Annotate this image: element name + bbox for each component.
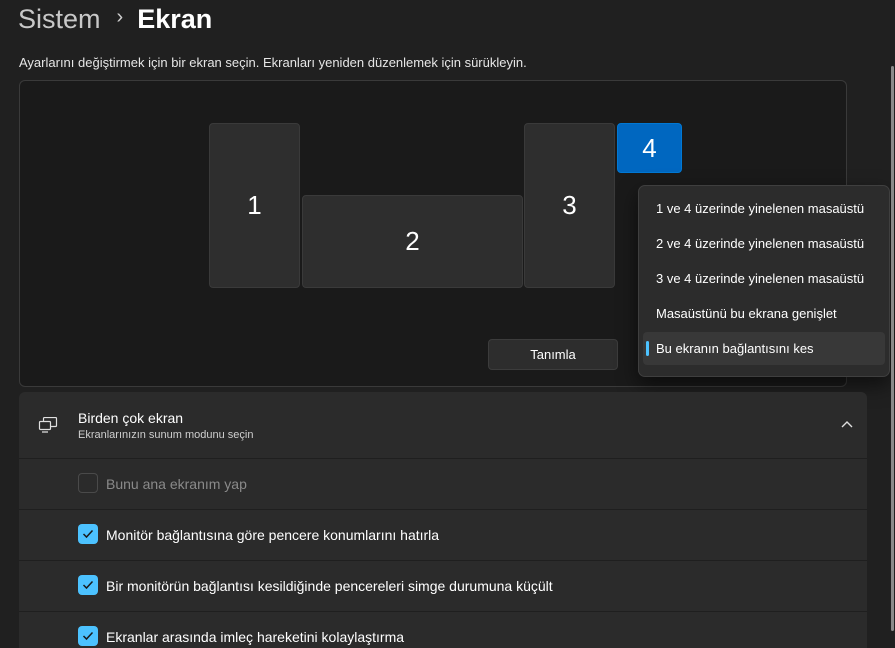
breadcrumb-parent-sistem[interactable]: Sistem: [18, 4, 101, 35]
multiple-displays-panel: Birden çok ekran Ekranlarınızın sunum mo…: [19, 392, 867, 648]
option-label-main-display: Bunu ana ekranım yap: [106, 476, 247, 492]
checkbox-remember-window-locations[interactable]: [78, 524, 98, 544]
page-title: Ekran: [137, 3, 213, 34]
chevron-up-icon[interactable]: [841, 420, 853, 428]
dropdown-item-extend-desktop[interactable]: Masaüstünü bu ekrana genişlet: [643, 297, 885, 330]
display-mode-dropdown: 1 ve 4 üzerinde yinelenen masaüstü 2 ve …: [638, 185, 890, 377]
multi-monitor-icon: [38, 417, 58, 433]
monitor-3-label: 3: [562, 190, 577, 220]
option-label-remember-window-locations: Monitör bağlantısına göre pencere konuml…: [106, 527, 440, 543]
monitor-4-label: 4: [642, 132, 657, 163]
dropdown-item-disconnect-display[interactable]: Bu ekranın bağlantısını kes: [643, 332, 885, 365]
monitor-3[interactable]: 3: [524, 123, 615, 288]
checkbox-ease-cursor-movement[interactable]: [78, 626, 98, 646]
dropdown-item-duplicate-3-4[interactable]: 3 ve 4 üzerinde yinelenen masaüstü: [643, 262, 885, 295]
breadcrumb-chevron-icon: ›: [116, 5, 124, 28]
identify-button[interactable]: Tanımla: [488, 339, 618, 370]
option-label-ease-cursor-movement: Ekranlar arasında imleç hareketini kolay…: [106, 629, 405, 645]
checkmark-icon: [82, 529, 94, 539]
monitor-2-label: 2: [405, 226, 420, 256]
multiple-displays-title: Birden çok ekran: [78, 410, 184, 426]
breadcrumb: Sistem › Ekran: [18, 2, 212, 36]
option-label-minimize-on-disconnect: Bir monitörün bağlantısı kesildiğinde pe…: [106, 578, 553, 594]
multiple-displays-header[interactable]: Birden çok ekran Ekranlarınızın sunum mo…: [19, 392, 867, 459]
monitor-1[interactable]: 1: [209, 123, 300, 288]
checkmark-icon: [82, 580, 94, 590]
checkbox-minimize-on-disconnect[interactable]: [78, 575, 98, 595]
dropdown-item-duplicate-2-4[interactable]: 2 ve 4 üzerinde yinelenen masaüstü: [643, 227, 885, 260]
page-scrollbar[interactable]: [891, 62, 895, 632]
checkbox-main-display: [78, 473, 98, 493]
multiple-displays-subtitle: Ekranlarınızın sunum modunu seçin: [78, 429, 254, 441]
monitor-2[interactable]: 2: [302, 195, 523, 288]
option-row-ease-cursor-movement: Ekranlar arasında imleç hareketini kolay…: [19, 612, 867, 648]
option-row-minimize-on-disconnect: Bir monitörün bağlantısı kesildiğinde pe…: [19, 561, 867, 612]
monitor-4[interactable]: 4: [617, 123, 682, 173]
dropdown-item-duplicate-1-4[interactable]: 1 ve 4 üzerinde yinelenen masaüstü: [643, 192, 885, 225]
option-row-remember-window-locations: Monitör bağlantısına göre pencere konuml…: [19, 510, 867, 561]
checkmark-icon: [82, 631, 94, 641]
monitor-1-label: 1: [247, 190, 262, 220]
option-row-main-display: Bunu ana ekranım yap: [19, 459, 867, 510]
scrollbar-thumb[interactable]: [891, 66, 894, 631]
display-instruction-text: Ayarlarını değiştirmek için bir ekran se…: [19, 55, 527, 70]
